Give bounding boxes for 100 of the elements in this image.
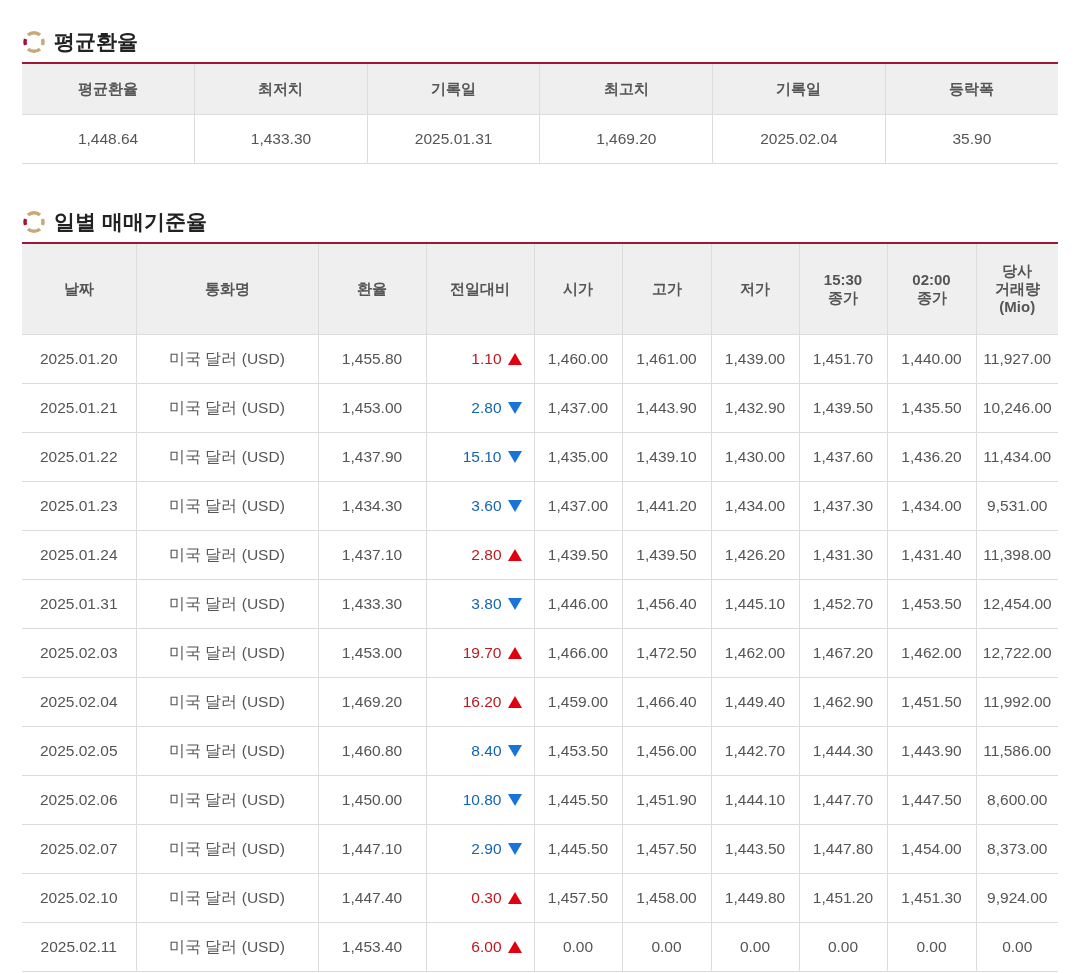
table-cell: 1,461.00 <box>622 334 711 384</box>
table-cell: 2025.01.31 <box>367 114 540 164</box>
table-cell: 2025.02.04 <box>712 114 886 164</box>
table-cell: 1,445.10 <box>711 579 799 629</box>
table-cell: 1,446.00 <box>534 579 622 629</box>
change-value: 0.30 <box>471 889 502 907</box>
table-cell: 1,437.60 <box>799 432 887 482</box>
table-cell: 1,439.50 <box>622 530 711 580</box>
change-value: 19.70 <box>462 644 502 662</box>
table-cell: 1,453.50 <box>887 579 976 629</box>
table-cell: 2025.01.23 <box>22 481 136 531</box>
table-cell: 1,443.50 <box>711 824 799 874</box>
table-cell: 2025.02.05 <box>22 726 136 776</box>
change-value: 2.90 <box>471 840 502 858</box>
table-cell: 2025.01.24 <box>22 530 136 580</box>
table-cell: 1,455.80 <box>318 334 426 384</box>
table-cell: 1,454.00 <box>887 824 976 874</box>
table-cell: 1,437.10 <box>318 530 426 580</box>
change-value: 2.80 <box>471 546 502 564</box>
ring-icon <box>22 210 46 234</box>
table-cell: 미국 달러 (USD) <box>136 775 318 825</box>
table-cell: 2025.02.03 <box>22 628 136 678</box>
table-cell: 2025.01.22 <box>22 432 136 482</box>
table-cell: 1,439.00 <box>711 334 799 384</box>
table-cell: 0.00 <box>622 922 711 972</box>
column-header: 15:30 종가 <box>799 243 887 335</box>
table-cell: 1,437.90 <box>318 432 426 482</box>
table-cell: 1,469.20 <box>318 677 426 727</box>
table-cell: 0.00 <box>534 922 622 972</box>
table-cell: 1,453.00 <box>318 383 426 433</box>
table-cell: 미국 달러 (USD) <box>136 530 318 580</box>
column-header: 기록일 <box>712 63 886 115</box>
table-cell: 1,449.40 <box>711 677 799 727</box>
table-cell: 1,456.40 <box>622 579 711 629</box>
table-cell: 1,443.90 <box>887 726 976 776</box>
table-cell: 1,437.00 <box>534 481 622 531</box>
column-header: 고가 <box>622 243 711 335</box>
table-cell: 1,451.70 <box>799 334 887 384</box>
table-cell: 미국 달러 (USD) <box>136 824 318 874</box>
table-cell: 1,436.20 <box>887 432 976 482</box>
table-cell: 미국 달러 (USD) <box>136 383 318 433</box>
table-cell: 2025.02.11 <box>22 922 136 972</box>
table-cell: 1,431.40 <box>887 530 976 580</box>
table-cell: 0.00 <box>711 922 799 972</box>
table-cell: 1,450.00 <box>318 775 426 825</box>
change-value: 2.80 <box>471 399 502 417</box>
table-cell: 1,448.64 <box>22 114 195 164</box>
table-cell: 1,469.20 <box>539 114 713 164</box>
table-cell: 1,445.50 <box>534 824 622 874</box>
table-cell: 1,452.70 <box>799 579 887 629</box>
change-value: 6.00 <box>471 938 502 956</box>
table-cell: 1,447.40 <box>318 873 426 923</box>
column-header: 날짜 <box>22 243 136 335</box>
table-cell: 1,435.50 <box>887 383 976 433</box>
change-value: 3.80 <box>471 595 502 613</box>
table-cell: 1,453.00 <box>318 628 426 678</box>
table-cell: 1,432.90 <box>711 383 799 433</box>
table-cell: 1,444.30 <box>799 726 887 776</box>
table-cell: 1,457.50 <box>534 873 622 923</box>
table-cell: 1,447.80 <box>799 824 887 874</box>
section-title: 평균환율 <box>54 29 138 55</box>
table-cell: 1,451.90 <box>622 775 711 825</box>
table-cell: 미국 달러 (USD) <box>136 922 318 972</box>
table-cell: 1,447.70 <box>799 775 887 825</box>
table-cell: 1,442.70 <box>711 726 799 776</box>
table-cell: 미국 달러 (USD) <box>136 628 318 678</box>
table-cell: 1,472.50 <box>622 628 711 678</box>
column-header: 통화명 <box>136 243 318 335</box>
table-cell: 1,443.90 <box>622 383 711 433</box>
table-cell: 2025.02.06 <box>22 775 136 825</box>
table-cell: 1,453.50 <box>534 726 622 776</box>
table-cell: 1,457.50 <box>622 824 711 874</box>
table-cell: 1,447.50 <box>887 775 976 825</box>
column-header: 환율 <box>318 243 426 335</box>
table-cell: 1,456.00 <box>622 726 711 776</box>
column-header: 기록일 <box>367 63 540 115</box>
table-cell: 1,426.20 <box>711 530 799 580</box>
table-cell: 2025.01.21 <box>22 383 136 433</box>
table-cell: 1,462.00 <box>711 628 799 678</box>
change-value: 15.10 <box>462 448 502 466</box>
table-cell: 2025.02.07 <box>22 824 136 874</box>
table-cell: 1,441.20 <box>622 481 711 531</box>
table-cell: 미국 달러 (USD) <box>136 726 318 776</box>
table-cell: 1,437.00 <box>534 383 622 433</box>
table-cell: 1,458.00 <box>622 873 711 923</box>
change-value: 3.60 <box>471 497 502 515</box>
table-cell: 1,433.30 <box>318 579 426 629</box>
table-cell: 1,440.00 <box>887 334 976 384</box>
table-cell: 1,435.00 <box>534 432 622 482</box>
table-cell: 1,459.00 <box>534 677 622 727</box>
table-cell: 1,447.10 <box>318 824 426 874</box>
column-header: 저가 <box>711 243 799 335</box>
table-cell: 1,439.50 <box>799 383 887 433</box>
table-cell: 2025.02.04 <box>22 677 136 727</box>
table-cell: 1,444.10 <box>711 775 799 825</box>
change-value: 16.20 <box>462 693 502 711</box>
table-cell: 1,466.00 <box>534 628 622 678</box>
column-header: 전일대비 <box>426 243 534 335</box>
column-header: 당사 거래량 (Mio) <box>976 243 1058 335</box>
table-cell: 0.00 <box>887 922 976 972</box>
